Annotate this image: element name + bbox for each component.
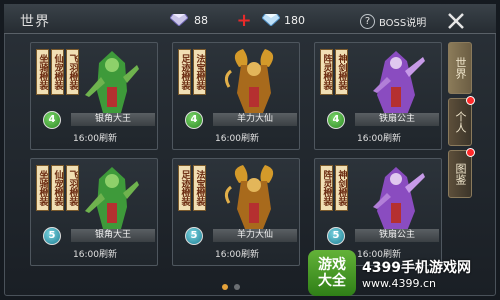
refresh-time: 16:00刷新: [215, 250, 259, 260]
drop-tag: 仙宠橙装: [51, 165, 64, 211]
boss-portrait: [77, 47, 147, 123]
drop-tag: 足迹橙装: [178, 49, 191, 95]
diamond-icon: [170, 14, 188, 26]
boss-card[interactable]: 坐骑橙装 仙宠橙装 飞羽橙装 4 银角大王 16:00刷新: [30, 42, 158, 150]
diamond-count: 88: [194, 14, 208, 27]
drop-tags: 坐骑橙装 仙宠橙装 飞羽橙装: [36, 49, 79, 95]
boss-portrait: [219, 163, 289, 239]
boss-grid: 坐骑橙装 仙宠橙装 飞羽橙装 4 银角大王 16:00刷新 足迹橙装 法宝橙装 …: [30, 42, 442, 274]
refresh-time: 16:00刷新: [73, 134, 117, 144]
watermark-main: 4399手机游戏网: [362, 259, 471, 276]
boss-card[interactable]: 坐骑橙装 仙宠橙装 飞羽橙装 5 银角大王 16:00刷新: [30, 158, 158, 266]
tab-personal[interactable]: 个人: [448, 98, 472, 146]
drop-tag: 神剑橙装: [335, 49, 348, 95]
boss-name: 银角大王: [71, 229, 155, 242]
drop-tag: 仙宠橙装: [51, 49, 64, 95]
question-icon: ?: [360, 13, 375, 29]
drop-tags: 坐骑橙装 仙宠橙装 飞羽橙装: [36, 165, 79, 211]
bound-diamond-count: 180: [284, 14, 305, 27]
recharge-plus-button[interactable]: +: [236, 12, 252, 30]
boss-name: 银角大王: [71, 113, 155, 126]
drop-tag: 足迹橙装: [178, 165, 191, 211]
boss-portrait: [219, 47, 289, 123]
boss-card[interactable]: 足迹橙装 法宝橙装 4 羊力大仙 16:00刷新: [172, 42, 300, 150]
drop-tags: 阵灵橙装 神剑橙装: [320, 165, 348, 211]
page-dot-active[interactable]: [222, 284, 228, 290]
refresh-time: 16:00刷新: [73, 250, 117, 260]
boss-level-badge: 4: [185, 111, 203, 129]
boss-card[interactable]: 足迹橙装 法宝橙装 5 羊力大仙 16:00刷新: [172, 158, 300, 266]
tab-collection[interactable]: 图鉴: [448, 150, 472, 198]
site-watermark: 游戏 大全 4399手机游戏网 www.4399.cn: [308, 248, 500, 298]
boss-info-button[interactable]: ? BOSS说明: [360, 12, 426, 30]
boss-name: 羊力大仙: [213, 113, 297, 126]
panel-title: 世界: [20, 14, 50, 30]
watermark-logo: 游戏 大全: [308, 250, 356, 296]
drop-tags: 足迹橙装 法宝橙装: [178, 165, 206, 211]
watermark-logo-bottom: 大全: [318, 273, 346, 289]
top-bar: 世界 88 + 180 ? BOSS说明: [4, 4, 496, 34]
boss-portrait: [77, 163, 147, 239]
boss-info-label: BOSS说明: [379, 17, 427, 29]
boss-portrait: [361, 163, 431, 239]
boss-level-badge: 5: [327, 227, 345, 245]
notification-dot: [466, 148, 475, 157]
page-dot[interactable]: [234, 284, 240, 290]
drop-tag: 阵灵橙装: [320, 49, 333, 95]
boss-name: 铁扇公主: [355, 113, 439, 126]
notification-dot: [466, 96, 475, 105]
drop-tag: 坐骑橙装: [36, 165, 49, 211]
drop-tag: 阵灵橙装: [320, 165, 333, 211]
boss-name: 铁扇公主: [355, 229, 439, 242]
boss-level-badge: 5: [185, 227, 203, 245]
boss-card[interactable]: 阵灵橙装 神剑橙装 4 铁扇公主 16:00刷新: [314, 42, 442, 150]
refresh-time: 16:00刷新: [215, 134, 259, 144]
boss-level-badge: 4: [43, 111, 61, 129]
drop-tags: 足迹橙装 法宝橙装: [178, 49, 206, 95]
page-indicator: [222, 284, 240, 290]
drop-tag: 法宝橙装: [193, 49, 206, 95]
drop-tag: 法宝橙装: [193, 165, 206, 211]
close-icon: [448, 13, 464, 29]
drop-tag: 神剑橙装: [335, 165, 348, 211]
tab-world[interactable]: 世界: [448, 42, 472, 94]
watermark-url: www.4399.cn: [362, 276, 436, 290]
close-button[interactable]: [444, 10, 468, 32]
watermark-text: 4399手机游戏网 www.4399.cn: [362, 257, 471, 290]
drop-tag: 坐骑橙装: [36, 49, 49, 95]
boss-name: 羊力大仙: [213, 229, 297, 242]
refresh-time: 16:00刷新: [357, 134, 401, 144]
boss-level-badge: 4: [327, 111, 345, 129]
bound-diamond-icon: [262, 14, 280, 26]
boss-portrait: [361, 47, 431, 123]
drop-tags: 阵灵橙装 神剑橙装: [320, 49, 348, 95]
watermark-logo-top: 游戏: [318, 257, 346, 273]
boss-level-badge: 5: [43, 227, 61, 245]
